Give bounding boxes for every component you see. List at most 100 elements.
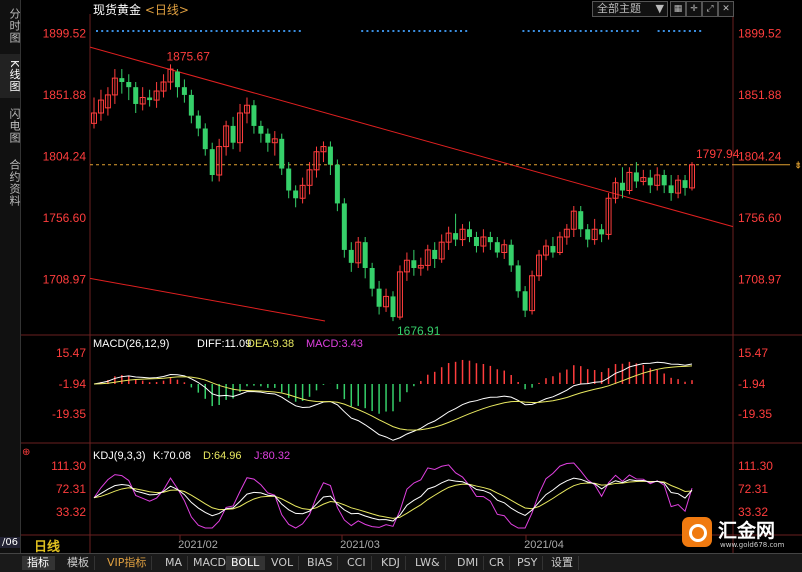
tab-kline[interactable]: K线图 bbox=[0, 54, 21, 98]
macd-tick-left: -19.35 bbox=[52, 407, 86, 421]
kdj-tick-left: 72.31 bbox=[56, 482, 86, 496]
signal-dot bbox=[558, 30, 561, 32]
crosshair-icon[interactable]: ✛ bbox=[686, 1, 702, 17]
indicator-tabbar: 指标 模板 VIP指标 MA MACD BOLL VOL BIAS CCI KD… bbox=[0, 553, 802, 572]
signal-dot bbox=[449, 30, 452, 32]
price-tick-left: 1804.24 bbox=[43, 150, 87, 164]
signal-dot bbox=[600, 30, 603, 32]
tab-timeshare[interactable]: 分时图 bbox=[0, 4, 21, 48]
signal-dot bbox=[137, 30, 140, 32]
signal-dot bbox=[428, 30, 431, 32]
macd-plot: MACD(26,12,9) DIFF:11.09DEA:9.38 MACD:3.4… bbox=[52, 338, 772, 441]
price-tick-left: 1899.52 bbox=[43, 27, 87, 41]
candle-down bbox=[119, 78, 125, 82]
price-tick-left: 1756.60 bbox=[43, 211, 87, 225]
chart-canvas[interactable]: 1899.52 1899.52 1851.88 1851.88 1804.24 1804.… bbox=[0, 0, 802, 553]
signal-dot bbox=[116, 30, 119, 32]
macd-value: MACD:3.43 bbox=[306, 338, 363, 350]
signal-dot bbox=[142, 30, 145, 32]
tab-psy[interactable]: PSY bbox=[512, 556, 544, 570]
signal-dot bbox=[522, 30, 525, 32]
signal-dot bbox=[668, 30, 670, 32]
close-icon[interactable]: ✕ bbox=[718, 1, 734, 17]
signal-dot bbox=[392, 30, 395, 32]
candle-down bbox=[522, 291, 528, 311]
signal-dot bbox=[101, 30, 104, 32]
candle-down bbox=[293, 190, 299, 199]
candle-down bbox=[376, 288, 382, 307]
date-fragment: /06 bbox=[0, 537, 20, 548]
candle-down bbox=[599, 229, 605, 235]
candle-down bbox=[181, 87, 187, 95]
price-tick-left: 1708.97 bbox=[43, 273, 87, 287]
candle-down bbox=[508, 244, 514, 266]
candle-down bbox=[453, 233, 459, 240]
macd-tick-left: 15.47 bbox=[56, 346, 86, 360]
tab-settings[interactable]: 设置 bbox=[546, 556, 579, 570]
price-tick-right: 1708.97 bbox=[738, 273, 782, 287]
expand-icon[interactable]: ⤢ bbox=[702, 1, 718, 17]
candle-down bbox=[647, 177, 653, 186]
signal-dot bbox=[236, 30, 239, 32]
tab-dmi[interactable]: DMI bbox=[452, 556, 485, 570]
candle-down bbox=[209, 149, 215, 175]
signal-dot bbox=[376, 30, 379, 32]
chevron-down-icon: ▼ bbox=[655, 2, 664, 15]
signal-dot bbox=[272, 30, 275, 32]
candle-down bbox=[286, 168, 292, 191]
price-tick-right: 1804.24 bbox=[738, 150, 782, 164]
kdj-tick-left: 33.32 bbox=[56, 505, 86, 519]
price-tick-left: 1851.88 bbox=[43, 88, 87, 102]
signal-dot bbox=[288, 30, 291, 32]
signal-dot bbox=[153, 30, 156, 32]
candle-down bbox=[341, 203, 347, 250]
candle-down bbox=[147, 97, 153, 101]
candle-down bbox=[327, 146, 333, 165]
tab-ma[interactable]: MA bbox=[160, 556, 189, 570]
signal-dot bbox=[538, 30, 540, 32]
tab-flash[interactable]: 闪电图 bbox=[0, 104, 21, 148]
gold678-logo: 汇金网 www.gold678.com bbox=[680, 514, 802, 552]
tab-bias[interactable]: BIAS bbox=[302, 556, 339, 570]
signal-dot bbox=[532, 30, 535, 32]
candle-down bbox=[258, 125, 264, 134]
candle-down bbox=[411, 260, 417, 268]
signal-dot bbox=[371, 30, 374, 32]
tab-cci[interactable]: CCI bbox=[342, 556, 372, 570]
tab-boll[interactable]: BOLL bbox=[226, 556, 266, 570]
grid-icon[interactable]: ▦ bbox=[670, 1, 686, 17]
high-annotation: 1875.67 bbox=[166, 49, 210, 63]
tab-contract-info[interactable]: 合约资料 bbox=[0, 154, 21, 212]
tab-lw[interactable]: LW& bbox=[410, 556, 446, 570]
price-tick-right: 1851.88 bbox=[738, 88, 782, 102]
macd-diff: DIFF:11.09 bbox=[197, 338, 251, 350]
signal-dot bbox=[527, 30, 530, 32]
tab-vip-indicators[interactable]: VIP指标 bbox=[102, 556, 153, 570]
signal-dot bbox=[548, 30, 551, 32]
signal-dot bbox=[418, 30, 421, 32]
candle-down bbox=[473, 237, 479, 247]
tab-templates[interactable]: 模板 bbox=[62, 556, 95, 570]
tab-vol[interactable]: VOL bbox=[266, 556, 300, 570]
signal-dot bbox=[127, 30, 130, 32]
signal-dot bbox=[184, 30, 187, 32]
kdj-title: KDJ(9,3,3) bbox=[93, 450, 146, 462]
period-label[interactable]: <日线> bbox=[145, 3, 189, 17]
tab-indicators[interactable]: 指标 bbox=[22, 556, 55, 570]
signal-dot bbox=[241, 30, 244, 32]
candle-down bbox=[348, 249, 354, 263]
candlestick-plot: 1899.52 1899.52 1851.88 1851.88 1804.24 1804.… bbox=[43, 27, 802, 339]
theme-dropdown[interactable]: 全部主题 ▼ bbox=[592, 1, 668, 17]
kdj-settings-icon: ⊕ bbox=[22, 447, 30, 458]
candle-down bbox=[362, 242, 368, 268]
tab-kdj[interactable]: KDJ bbox=[376, 556, 406, 570]
candle-down bbox=[126, 82, 132, 88]
kdj-j: J:80.32 bbox=[254, 450, 290, 462]
signal-dot bbox=[616, 30, 618, 32]
candle-down bbox=[369, 268, 375, 289]
tab-cr[interactable]: CR bbox=[484, 556, 511, 570]
signal-dot bbox=[163, 30, 166, 32]
signal-dot bbox=[158, 30, 161, 32]
candle-down bbox=[494, 242, 500, 253]
signal-dot bbox=[96, 30, 98, 32]
